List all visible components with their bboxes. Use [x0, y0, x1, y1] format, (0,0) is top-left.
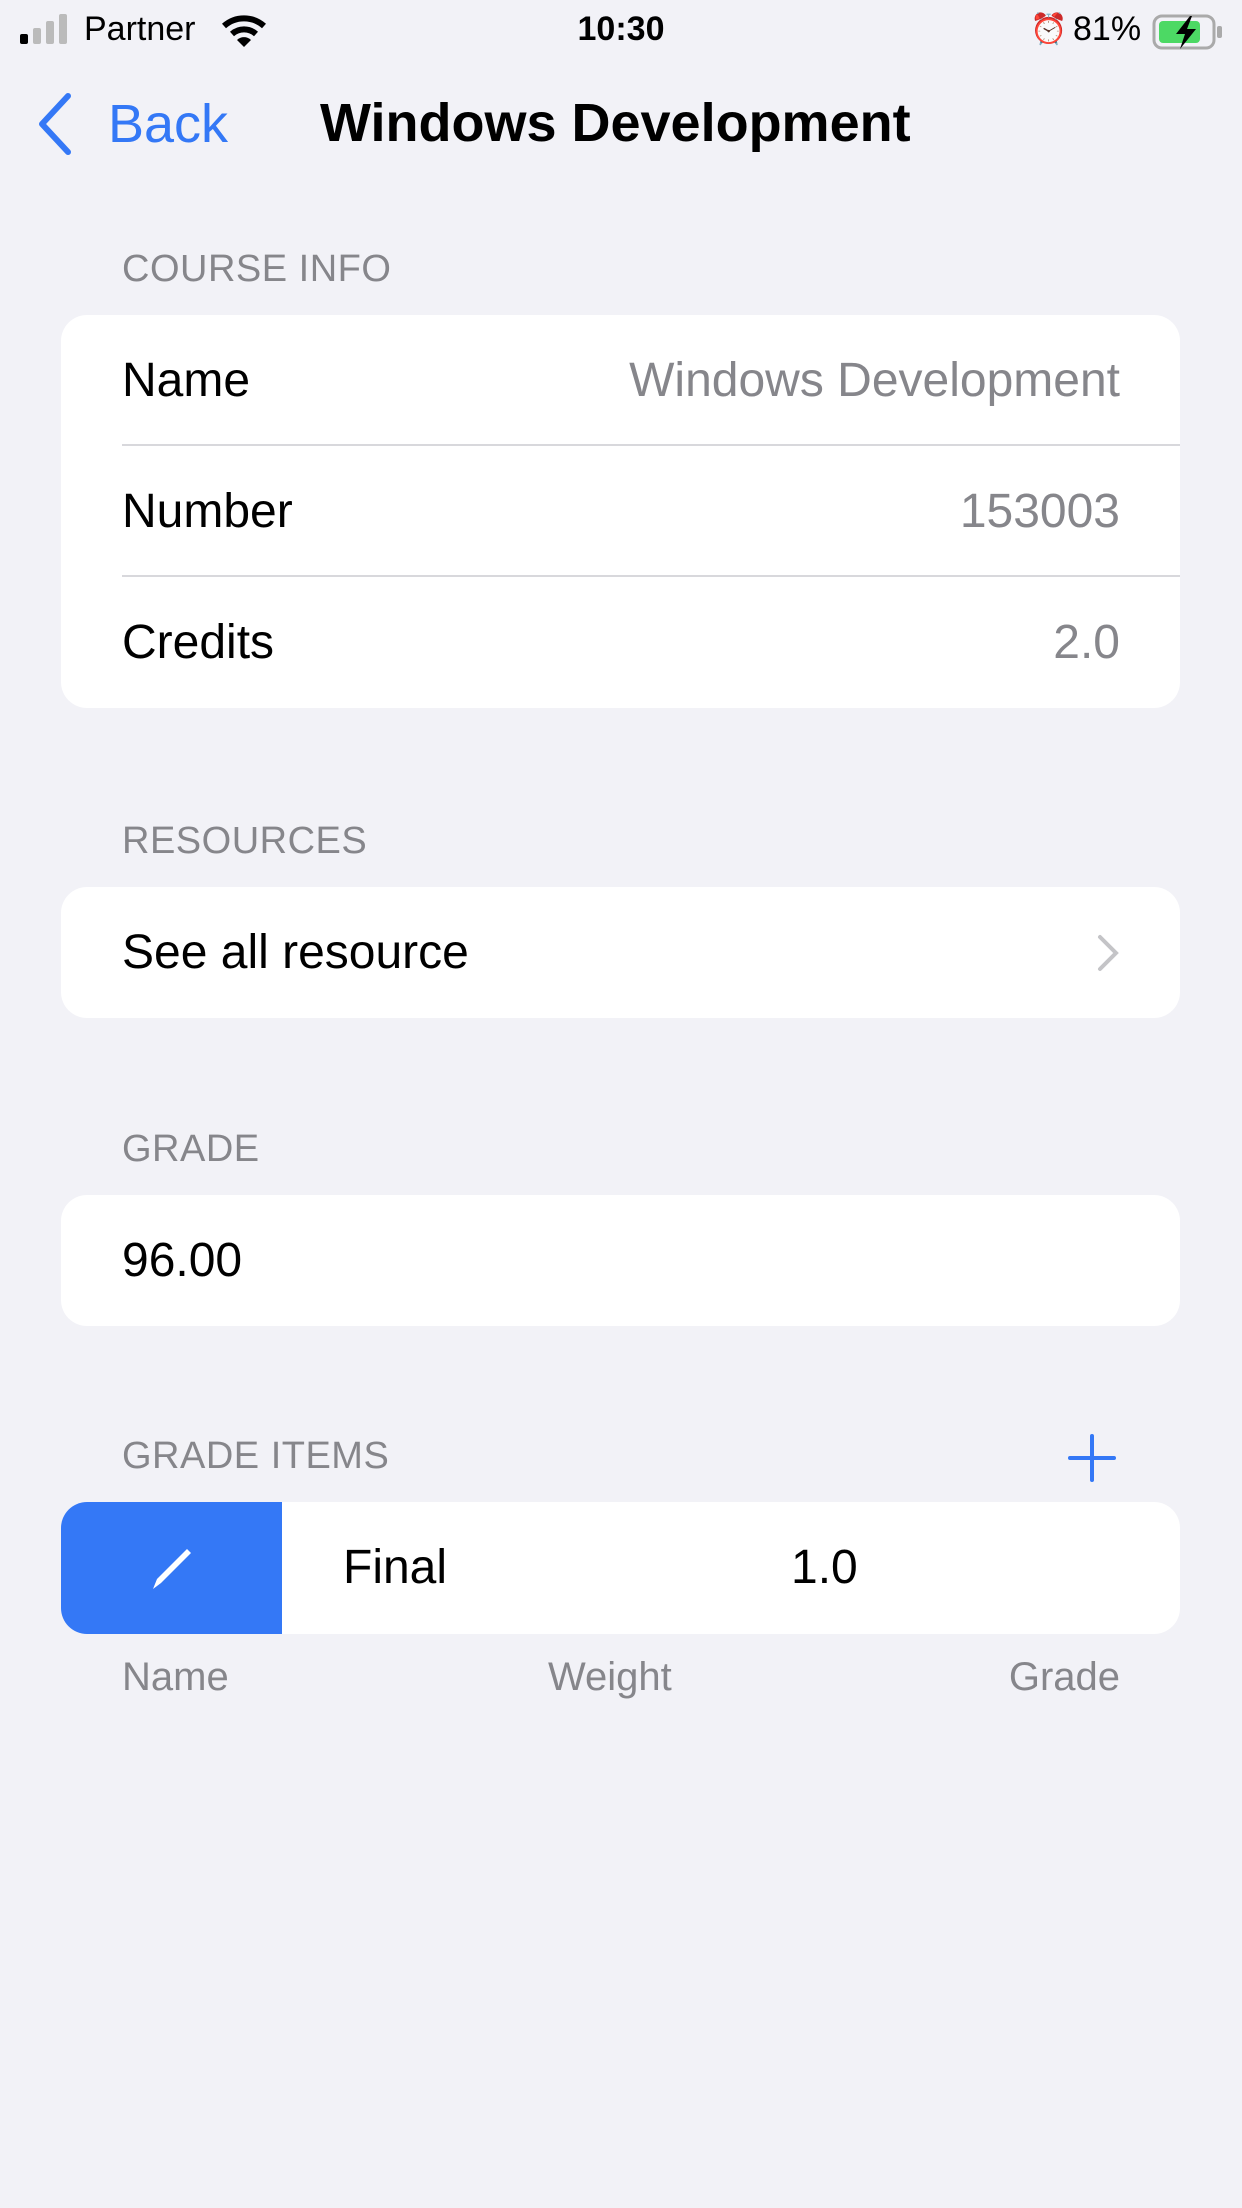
battery-charging-icon — [1152, 14, 1222, 50]
edit-button[interactable] — [61, 1502, 282, 1634]
row-label: Credits — [122, 616, 275, 669]
grade-item-row[interactable]: Final 1.0 — [61, 1502, 1180, 1634]
column-header-name: Name — [122, 1655, 229, 1699]
chevron-left-icon — [39, 93, 71, 155]
course-credits-row[interactable]: Credits 2.0 — [61, 577, 1180, 708]
grade-card: 96.00 — [61, 1195, 1180, 1326]
back-label: Back — [108, 94, 229, 154]
row-label: Number — [122, 485, 293, 538]
row-value: 2.0 — [1053, 616, 1120, 669]
status-bar: Partner 10:30 ⏰ 81% — [0, 8, 1242, 56]
add-grade-item-button[interactable] — [1068, 1434, 1116, 1482]
course-name-row[interactable]: Name Windows Development — [61, 315, 1180, 446]
resources-card: See all resource — [61, 887, 1180, 1018]
see-all-resources-row[interactable]: See all resource — [61, 887, 1180, 1018]
section-header-grade-items: GRADE ITEMS — [122, 1435, 390, 1477]
column-header-grade: Grade — [1008, 1655, 1120, 1699]
grade-item-weight: 1.0 — [791, 1541, 858, 1594]
section-header-course-info: COURSE INFO — [122, 248, 392, 290]
column-header-weight: Weight — [548, 1655, 672, 1699]
grade-row[interactable]: 96.00 — [61, 1195, 1180, 1326]
course-number-row[interactable]: Number 153003 — [61, 446, 1180, 577]
chevron-right-icon — [1098, 934, 1119, 971]
course-info-card: Name Windows Development Number 153003 Cre… — [61, 315, 1180, 708]
battery-percent: 81% — [1073, 10, 1142, 48]
row-value: 153003 — [959, 485, 1120, 538]
back-button[interactable]: Back — [36, 92, 228, 156]
grade-item-name: Final — [343, 1541, 448, 1594]
section-header-resources: RESOURCES — [122, 820, 368, 862]
row-value: Windows Development — [629, 354, 1120, 407]
grade-value: 96.00 — [122, 1234, 243, 1287]
row-label: Name — [122, 354, 251, 407]
row-label: See all resource — [122, 926, 469, 979]
page-title: Windows Development — [320, 93, 911, 153]
pencil-icon — [152, 1549, 191, 1589]
alarm-icon: ⏰ — [1030, 13, 1068, 46]
section-header-grade: GRADE — [122, 1128, 260, 1170]
